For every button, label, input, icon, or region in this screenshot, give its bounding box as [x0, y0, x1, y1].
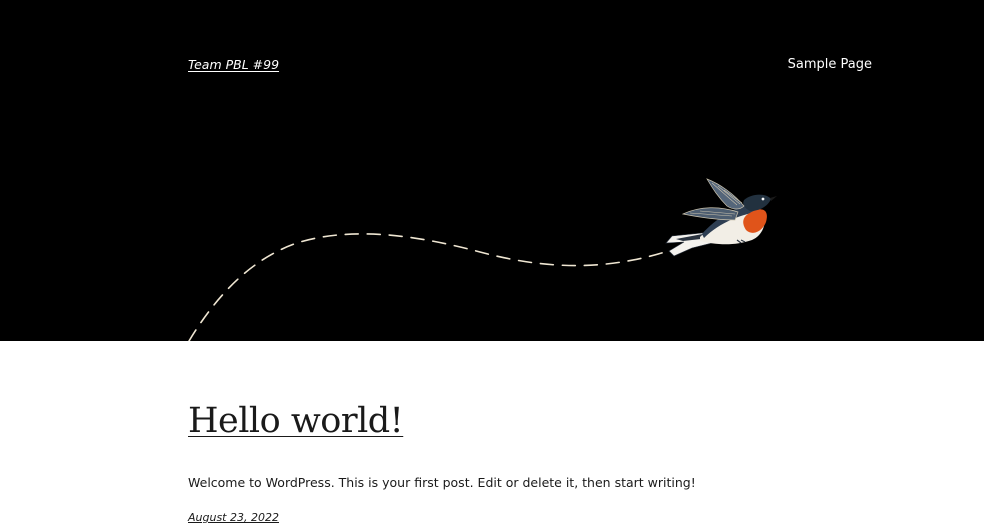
page: Team PBL #99 Sample Page Hello world! We… — [0, 0, 984, 525]
flight-path-dashed-line — [188, 233, 666, 341]
site-header: Team PBL #99 Sample Page — [0, 0, 984, 341]
bird-icon — [665, 178, 777, 257]
post-excerpt: Welcome to WordPress. This is your first… — [188, 475, 696, 490]
post-title-link[interactable]: Hello world! — [188, 401, 404, 441]
main-content: Hello world! Welcome to WordPress. This … — [0, 341, 984, 525]
post-date-link[interactable]: August 23, 2022 — [188, 511, 279, 524]
hero-illustration — [188, 178, 777, 341]
